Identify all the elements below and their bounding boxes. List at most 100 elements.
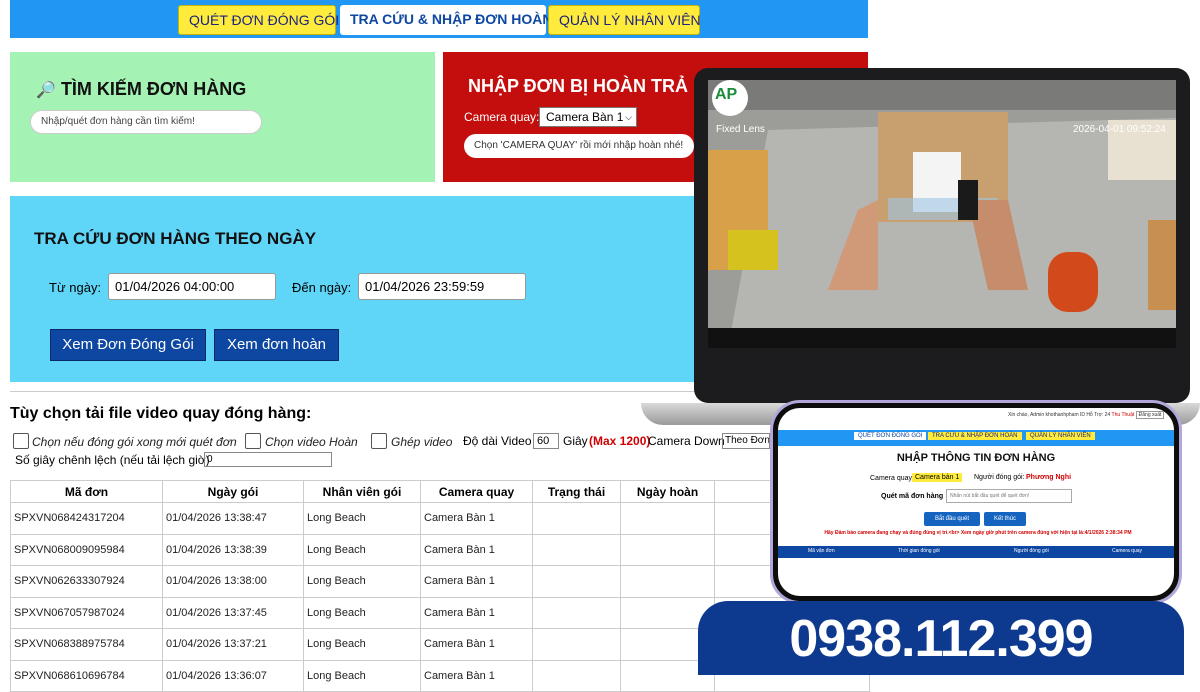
view-returned-orders-button[interactable]: Xem đơn hoàn (214, 329, 339, 361)
phone-table-header: Mã vận đơn Thời gian đóng gói Người đóng… (778, 546, 1174, 558)
camera-select-value: Camera Bàn 1 (546, 110, 624, 124)
from-date-input[interactable]: 01/04/2026 04:00:00 (108, 273, 276, 300)
cell-pack-date: 01/04/2026 13:38:47 (162, 502, 304, 535)
phone-tab-scan[interactable]: QUÉT ĐƠN ĐÓNG GÓI (854, 432, 927, 440)
table-row[interactable]: SPXVN062633307924 01/04/2026 13:38:00 Long… (10, 565, 870, 598)
cell-packer: Long Beach (303, 659, 421, 692)
checkbox-scan-after-packing-label: Chọn nếu đóng gói xong mới quét đơn (32, 435, 237, 449)
phone-col-header: Mã vận đơn (808, 548, 835, 554)
cell-pack-date: 01/04/2026 13:37:21 (162, 628, 304, 661)
cell-order-code: SPXVN068388975784 (10, 628, 163, 661)
table-row[interactable]: SPXVN068009095984 01/04/2026 13:38:39 Long… (10, 533, 870, 566)
contact-phone-number[interactable]: 0938.112.399 (698, 609, 1184, 669)
phone-col-header: Camera quay (1112, 548, 1143, 554)
to-date-input[interactable]: 01/04/2026 23:59:59 (358, 273, 526, 300)
cell-status (532, 502, 621, 535)
checkbox-merge-video-label: Ghép video (391, 435, 453, 449)
tab-lookup-returns[interactable]: TRA CỨU & NHẬP ĐƠN HOÀN (340, 5, 552, 35)
from-date-label: Từ ngày: (49, 280, 102, 295)
cell-pack-date: 01/04/2026 13:38:39 (162, 533, 304, 566)
search-title-text: TÌM KIẾM ĐƠN HÀNG (60, 79, 247, 99)
offset-seconds-label: Số giây chênh lệch (nếu tải lệch giờ) (15, 453, 210, 467)
cell-camera: Camera Bàn 1 (420, 628, 533, 661)
phone-packer-label: Người đóng gói: (974, 474, 1025, 481)
checkbox-scan-after-packing[interactable] (13, 433, 29, 449)
cell-camera: Camera Bàn 1 (420, 596, 533, 629)
top-nav: QUÉT ĐƠN ĐÓNG GÓI TRA CỨU & NHẬP ĐƠN HOÀ… (10, 0, 868, 38)
cell-status (532, 628, 621, 661)
checkbox-return-video-label: Chọn video Hoàn (265, 435, 358, 449)
camera-select[interactable]: Camera Bàn 1 ⌵ (539, 107, 637, 127)
camera-down-select[interactable]: Theo Đơn (722, 433, 770, 449)
col-header[interactable]: Mã đơn (10, 480, 163, 503)
cell-camera: Camera Bàn 1 (420, 502, 533, 535)
video-duration-label: Độ dài Video (463, 434, 532, 448)
cell-pack-date: 01/04/2026 13:37:45 (162, 596, 304, 629)
video-duration-input[interactable]: 60 (533, 433, 559, 449)
phone-screen: Xin chào, Admin khothanhpham ID Hỗ Trợ: … (778, 408, 1174, 596)
cell-packer: Long Beach (303, 533, 421, 566)
cell-order-code: SPXVN062633307924 (10, 565, 163, 598)
return-order-input[interactable]: Chọn 'CAMERA QUAY' rồi mới nhập hoàn nhé… (464, 134, 694, 158)
phone-col-header: Thời gian đóng gói (898, 548, 940, 554)
col-header[interactable]: Nhân viên gói (303, 480, 421, 503)
tab-scan-packing[interactable]: QUÉT ĐƠN ĐÓNG GÓI (178, 5, 339, 35)
checkbox-merge-video[interactable] (371, 433, 387, 449)
offset-seconds-input[interactable]: 0 (204, 452, 332, 467)
phone-scan-input[interactable]: Nhấn nút bắt đầu quét để quét đơn! (946, 489, 1072, 503)
cell-status (532, 596, 621, 629)
seconds-label: Giây (563, 434, 588, 448)
max-duration-label: (Max 1200) (589, 434, 651, 448)
camera-timestamp: 2026-04-01 09:52:24 (1073, 124, 1166, 135)
cell-order-code: SPXVN068009095984 (10, 533, 163, 566)
col-header[interactable]: Ngày hoàn (620, 480, 715, 503)
cell-camera: Camera Bàn 1 (420, 533, 533, 566)
phone-tab-staff[interactable]: QUẢN LÝ NHÂN VIÊN (1026, 432, 1095, 440)
col-header[interactable]: Trạng thái (532, 480, 621, 503)
phone-topbar-link[interactable]: Thu Thuật (1112, 412, 1135, 418)
date-lookup-title: TRA CỨU ĐƠN HÀNG THEO NGÀY (34, 229, 317, 248)
checkbox-return-video[interactable] (245, 433, 261, 449)
search-panel: 🔎 TÌM KIẾM ĐƠN HÀNG Nhập/quét đơn hàng c… (10, 52, 435, 182)
phone-end-button[interactable]: Kết thúc (984, 512, 1026, 526)
return-title: NHẬP ĐƠN BỊ HOÀN TRẢ (468, 76, 689, 96)
video-options-title: Tùy chọn tải file video quay đóng hàng: (10, 405, 312, 422)
to-date-label: Đến ngày: (292, 280, 352, 295)
phone-logout-button[interactable]: Đăng xuất (1135, 411, 1165, 419)
cell-order-code: SPXVN068610696784 (10, 659, 163, 692)
phone-start-scan-button[interactable]: Bắt đầu quét (924, 512, 980, 526)
view-packed-orders-button[interactable]: Xem Đơn Đóng Gói (50, 329, 206, 361)
cell-status (532, 533, 621, 566)
table-row[interactable]: SPXVN068424317204 01/04/2026 13:38:47 Long… (10, 502, 870, 535)
cell-return-date (620, 533, 715, 566)
cell-packer: Long Beach (303, 502, 421, 535)
table-header-row: Mã đơn Ngày gói Nhân viên gói Camera qua… (10, 480, 870, 503)
cell-order-code: SPXVN068424317204 (10, 502, 163, 535)
cell-status (532, 565, 621, 598)
cell-pack-date: 01/04/2026 13:36:07 (162, 659, 304, 692)
camera-label: Camera quay: (464, 110, 540, 124)
cell-camera: Camera Bàn 1 (420, 659, 533, 692)
magnifier-icon: 🔎 (36, 82, 56, 99)
search-title: 🔎 TÌM KIẾM ĐƠN HÀNG (36, 79, 246, 100)
camera-lens-label: Fixed Lens (716, 124, 765, 135)
ap-logo: AP (715, 86, 738, 103)
search-input[interactable]: Nhập/quét đơn hàng cần tìm kiếm! (30, 110, 262, 134)
cell-packer: Long Beach (303, 565, 421, 598)
phone-col-header: Người đóng gói (1014, 548, 1049, 554)
col-header[interactable]: Camera quay (420, 480, 533, 503)
col-header[interactable]: Ngày gói (162, 480, 304, 503)
cell-packer: Long Beach (303, 628, 421, 661)
chevron-down-icon: ⌵ (625, 112, 632, 122)
phone-nav: QUÉT ĐƠN ĐÓNG GÓI TRA CỨU & NHẬP ĐƠN HOÀ… (778, 430, 1174, 446)
phone-topbar-greeting: Xin chào, Admin khothanhpham ID Hỗ Trợ: … (1008, 411, 1165, 419)
tab-staff-management[interactable]: QUẢN LÝ NHÂN VIÊN (548, 5, 701, 35)
cell-pack-date: 01/04/2026 13:38:00 (162, 565, 304, 598)
phone-camera-select[interactable]: Camera bàn 1 (912, 473, 963, 482)
phone-tab-lookup[interactable]: TRA CỨU & NHẬP ĐƠN HOÀN (928, 432, 1022, 440)
camera-feed: AP Fixed Lens 2026-04-01 09:52:24 (708, 80, 1176, 348)
phone-title: NHẬP THÔNG TIN ĐƠN HÀNG (896, 452, 1056, 464)
cell-return-date (620, 502, 715, 535)
cell-order-code: SPXVN067057987024 (10, 596, 163, 629)
phone-warning: Hãy Đảm bảo camera đang chạy và đúng đún… (824, 530, 1132, 536)
